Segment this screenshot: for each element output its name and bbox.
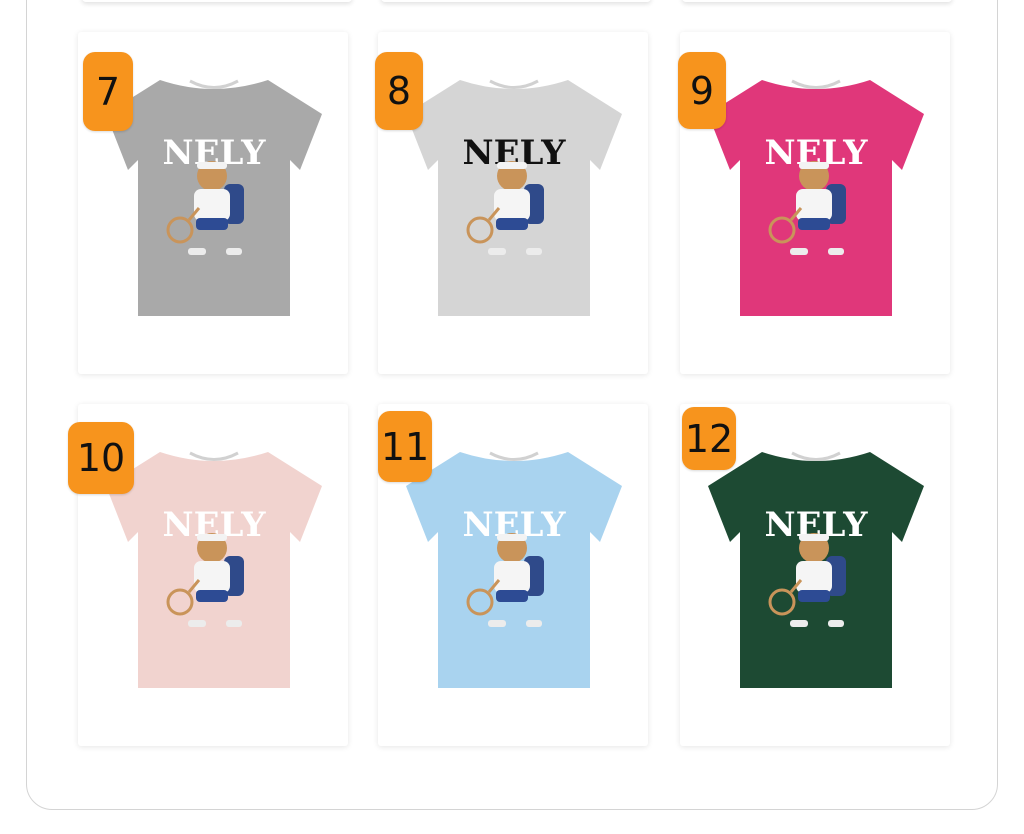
item-number-badge: 9 — [678, 52, 726, 129]
item-number-badge: 7 — [83, 52, 133, 131]
tshirt-image: NELY — [402, 444, 626, 688]
tshirt-image: NELY — [402, 72, 626, 316]
previous-card-edge — [82, 0, 352, 2]
previous-card-edge — [381, 0, 651, 2]
item-number-badge: 11 — [378, 411, 432, 482]
tshirt-image: NELY — [704, 72, 928, 316]
tshirt-image: NELY — [704, 444, 928, 688]
tshirt-image: NELY — [102, 444, 326, 688]
tshirt-image: NELY — [102, 72, 326, 316]
previous-card-edge — [682, 0, 952, 2]
item-number-badge: 12 — [682, 407, 736, 470]
item-number-badge: 10 — [68, 422, 134, 494]
item-number-badge: 8 — [375, 52, 423, 130]
